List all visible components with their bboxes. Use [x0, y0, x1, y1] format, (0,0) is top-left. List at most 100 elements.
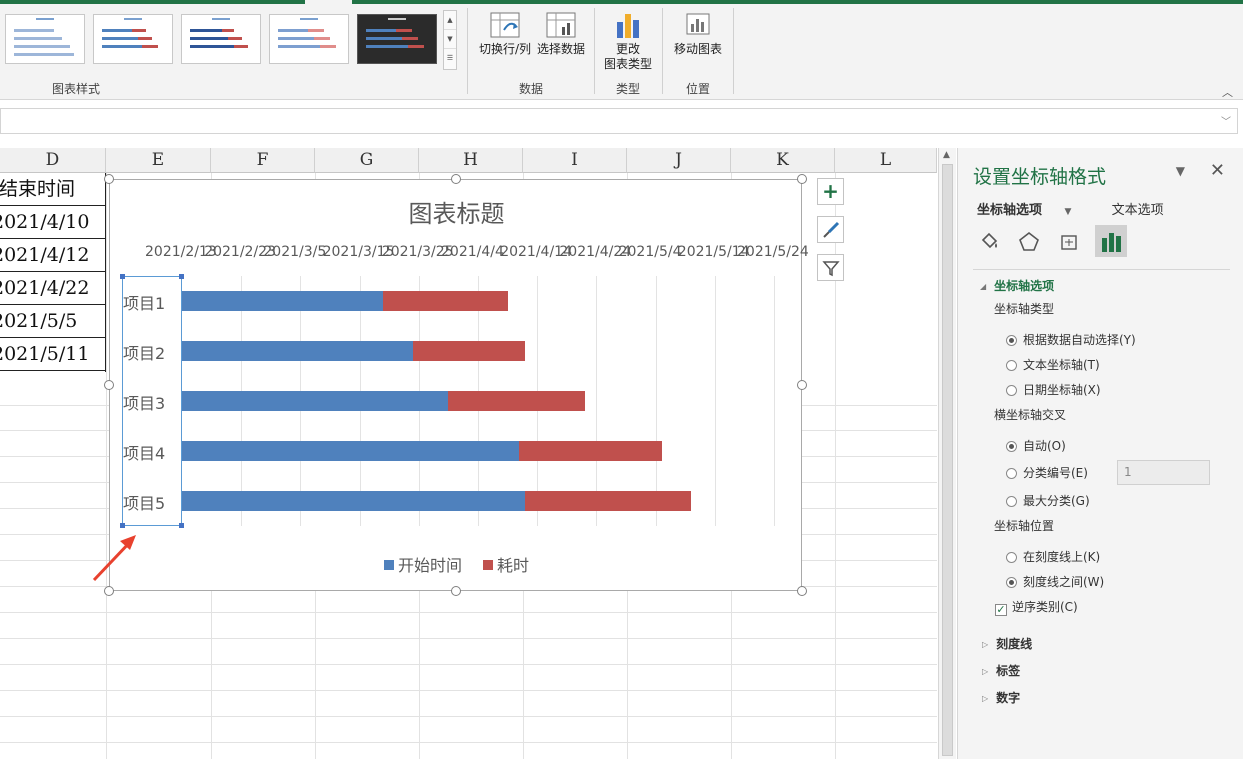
collapse-ribbon-icon[interactable]: ︿: [1222, 84, 1233, 100]
select-data-button[interactable]: 选择数据: [535, 12, 587, 57]
chart-resize-handle[interactable]: [104, 586, 114, 596]
chart-filters-button[interactable]: [817, 254, 844, 281]
scroll-up-icon[interactable]: ▲: [943, 150, 950, 160]
radio-between-tick-marks[interactable]: 刻度线之间(W): [1006, 573, 1104, 590]
ribbon-accent-line: [0, 0, 1243, 4]
chart-resize-handle[interactable]: [104, 174, 114, 184]
bar-duration[interactable]: [448, 391, 585, 411]
x-gridline: [714, 276, 716, 526]
move-chart-button[interactable]: 移动图表: [670, 12, 726, 57]
section-labels[interactable]: ▷ 标签: [982, 662, 1020, 679]
radio-crosses-max[interactable]: 最大分类(G): [1006, 492, 1090, 509]
switch-row-col-button[interactable]: 切换行/列: [477, 12, 533, 57]
radio-crosses-category[interactable]: 分类编号(E): [1006, 464, 1088, 481]
chart-resize-handle[interactable]: [797, 174, 807, 184]
bar-start-time[interactable]: [182, 341, 413, 361]
gallery-more-icon[interactable]: ☰: [444, 49, 456, 68]
reverse-order-checkbox[interactable]: ✓ 逆序类别(C): [995, 598, 1078, 616]
select-data-icon: [546, 12, 576, 38]
column-header-i[interactable]: I: [523, 148, 627, 173]
cell-d-row-4[interactable]: 2021/5/5: [0, 305, 106, 338]
radio-axis-type-auto[interactable]: 根据数据自动选择(Y): [1006, 331, 1136, 348]
column-header-g[interactable]: G: [315, 148, 419, 173]
radio-crosses-auto[interactable]: 自动(O): [1006, 437, 1066, 454]
close-icon[interactable]: ✕: [1210, 160, 1225, 181]
bar-duration[interactable]: [383, 291, 508, 311]
group-label-type: 类型: [615, 82, 640, 96]
gallery-up-icon[interactable]: ▲: [444, 11, 456, 30]
bar-duration[interactable]: [519, 441, 662, 461]
caret-right-icon: ▷: [982, 640, 989, 649]
chart-elements-button[interactable]: +: [817, 178, 844, 205]
select-data-label: 选择数据: [536, 42, 585, 56]
vertical-scrollbar[interactable]: ▲: [938, 148, 956, 759]
change-chart-type-label-2: 图表类型: [603, 57, 652, 71]
column-header-h[interactable]: H: [419, 148, 523, 173]
section-number[interactable]: ▷ 数字: [982, 689, 1020, 706]
gallery-scroll[interactable]: ▲ ▼ ☰: [443, 10, 457, 70]
chart-style-thumb-4[interactable]: [269, 14, 349, 64]
formula-bar[interactable]: ﹀: [0, 108, 1238, 134]
chart-legend[interactable]: 开始时间 耗时: [110, 552, 803, 576]
chart-resize-handle[interactable]: [451, 586, 461, 596]
crosses-category-input[interactable]: 1: [1117, 460, 1210, 485]
chart-resize-handle[interactable]: [797, 380, 807, 390]
cell-d-row-2[interactable]: 2021/4/12: [0, 239, 106, 272]
radio-axis-type-text[interactable]: 文本坐标轴(T): [1006, 356, 1100, 373]
scrollbar-thumb[interactable]: [942, 164, 953, 756]
bar-start-time[interactable]: [182, 441, 520, 461]
x-tick-label: 2021/3/5: [263, 244, 327, 260]
bar-duration[interactable]: [412, 341, 526, 361]
active-tab-indicator: [305, 0, 352, 4]
x-tick-label: 2021/4/4: [441, 244, 504, 260]
column-header-k[interactable]: K: [731, 148, 835, 173]
axis-options-icon[interactable]: [1095, 225, 1127, 257]
cell-d-row-5[interactable]: 2021/5/11: [0, 338, 106, 371]
chart-styles-button[interactable]: [817, 216, 844, 243]
move-chart-label: 移动图表: [673, 42, 722, 56]
move-chart-icon: [683, 12, 713, 38]
column-header-j[interactable]: J: [627, 148, 731, 173]
chart-style-thumb-1[interactable]: [5, 14, 85, 64]
fill-line-icon[interactable]: [973, 225, 1005, 257]
y-axis-selection[interactable]: [120, 274, 184, 528]
filter-icon: [821, 260, 840, 276]
chart-styles-gallery: [2, 10, 444, 70]
axis-type-label: 坐标轴类型: [994, 302, 1055, 316]
column-header-l[interactable]: L: [835, 148, 937, 173]
chart-style-thumb-5[interactable]: [357, 14, 437, 64]
gantt-chart[interactable]: 图表标题 2021/2/13 2021/2/23 2021/3/5 2021/3/15…: [109, 179, 809, 591]
chart-resize-handle[interactable]: [104, 380, 114, 390]
chart-resize-handle[interactable]: [797, 586, 807, 596]
pane-options-icon[interactable]: ▼: [1176, 164, 1185, 178]
group-separator: [594, 8, 595, 94]
cell-d-header[interactable]: 计结束时间: [0, 173, 106, 206]
section-axis-options[interactable]: ◢ 坐标轴选项: [980, 277, 1054, 294]
cell-d-row-1[interactable]: 2021/4/10: [0, 206, 106, 239]
chart-style-thumb-2[interactable]: [93, 14, 173, 64]
column-header-e[interactable]: E: [106, 148, 211, 173]
caret-right-icon: ▷: [982, 667, 989, 676]
bar-start-time[interactable]: [182, 291, 384, 311]
chart-style-thumb-3[interactable]: [181, 14, 261, 64]
section-tick-marks[interactable]: ▷ 刻度线: [982, 635, 1032, 652]
radio-axis-type-date[interactable]: 日期坐标轴(X): [1006, 381, 1101, 398]
radio-on-tick-marks[interactable]: 在刻度线上(K): [1006, 548, 1100, 565]
column-header-d[interactable]: D: [0, 148, 106, 173]
bar-start-time[interactable]: [182, 491, 526, 511]
tab-text-options[interactable]: 文本选项: [1112, 203, 1164, 218]
chart-resize-handle[interactable]: [451, 174, 461, 184]
size-properties-icon[interactable]: [1053, 225, 1085, 257]
tab-axis-options[interactable]: 坐标轴选项 ▼: [977, 203, 1089, 218]
bar-start-time[interactable]: [182, 391, 449, 411]
cell-d-row-3[interactable]: 2021/4/22: [0, 272, 106, 305]
bar-duration[interactable]: [525, 491, 692, 511]
gallery-down-icon[interactable]: ▼: [444, 30, 456, 49]
column-header-f[interactable]: F: [211, 148, 315, 173]
effects-icon[interactable]: [1013, 225, 1045, 257]
x-gridline: [596, 276, 598, 526]
expand-formula-bar-icon[interactable]: ﹀: [1221, 113, 1231, 128]
change-chart-type-button[interactable]: 更改 图表类型: [602, 12, 654, 72]
crosses-label: 横坐标轴交叉: [994, 408, 1067, 422]
chart-title[interactable]: 图表标题: [110, 194, 803, 229]
